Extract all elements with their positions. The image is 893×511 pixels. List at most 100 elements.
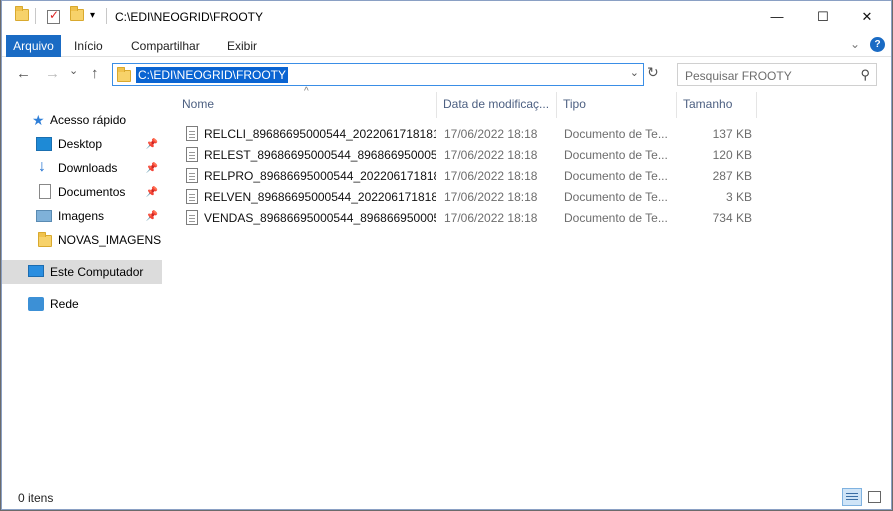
column-header-name[interactable]: Nome xyxy=(182,97,214,111)
sidebar-item-label: Este Computador xyxy=(50,265,144,279)
file-name: RELCLI_89686695000544_20220617181811.... xyxy=(204,127,436,141)
file-date: 17/06/2022 18:18 xyxy=(444,127,538,141)
search-input[interactable]: Pesquisar FROOTY ⚲ xyxy=(677,63,877,86)
sidebar-item-novas-imagens[interactable]: NOVAS_IMAGENS xyxy=(2,228,162,252)
file-size: 287 KB xyxy=(712,169,752,183)
minimize-button[interactable]: — xyxy=(754,1,800,32)
sidebar-item-quick-access[interactable]: ★ Acesso rápido xyxy=(2,108,162,132)
column-divider[interactable] xyxy=(756,92,757,118)
address-text[interactable]: C:\EDI\NEOGRID\FROOTY xyxy=(136,67,289,83)
sidebar-item-label: Downloads xyxy=(58,161,118,175)
pin-icon[interactable]: 📌 xyxy=(146,187,158,198)
column-divider[interactable] xyxy=(436,92,437,118)
search-placeholder: Pesquisar FROOTY xyxy=(685,69,792,83)
sidebar-item-label: Imagens xyxy=(58,209,105,223)
pin-icon[interactable]: 📌 xyxy=(146,211,158,222)
new-folder-icon[interactable] xyxy=(70,6,84,21)
sidebar-item-label: Rede xyxy=(50,297,79,311)
sidebar-item-rede[interactable]: Rede xyxy=(2,292,162,316)
close-button[interactable]: ✕ xyxy=(844,1,890,32)
file-type: Documento de Te... xyxy=(564,127,668,141)
file-date: 17/06/2022 18:18 xyxy=(444,190,538,204)
text-file-icon xyxy=(186,168,198,183)
tab-arquivo[interactable]: Arquivo xyxy=(6,35,61,57)
text-file-icon xyxy=(186,126,198,141)
file-type: Documento de Te... xyxy=(564,211,668,225)
sidebar-item-este-computador[interactable]: Este Computador xyxy=(2,260,162,284)
table-row[interactable]: RELCLI_89686695000544_20220617181811....… xyxy=(182,123,752,144)
help-icon: ? xyxy=(870,37,885,52)
details-view-button[interactable] xyxy=(842,488,862,506)
file-list: ^ Nome Data de modificaç... Tipo Tamanho… xyxy=(164,86,891,479)
sidebar-item-downloads[interactable]: ↓ Downloads 📌 xyxy=(2,156,162,180)
star-icon: ★ xyxy=(32,112,45,128)
address-dropdown-icon[interactable]: ⌄ xyxy=(630,66,639,79)
back-button[interactable]: ← xyxy=(16,65,31,82)
search-icon: ⚲ xyxy=(860,67,870,82)
sidebar-item-label: Acesso rápido xyxy=(50,113,127,127)
title-separator-2 xyxy=(106,8,107,24)
file-name: VENDAS_89686695000544_8968669500054... xyxy=(204,211,436,225)
file-explorer-window: ▾ C:\EDI\NEOGRID\FROOTY — ☐ ✕ Arquivo In… xyxy=(1,0,892,510)
table-row[interactable]: RELEST_89686695000544_89686695000544... … xyxy=(182,144,752,165)
title-separator xyxy=(35,8,36,24)
recent-locations-button[interactable]: ⌄ xyxy=(69,64,78,77)
expand-ribbon-icon[interactable]: ⌄ xyxy=(850,37,860,51)
tab-exibir[interactable]: Exibir xyxy=(227,39,257,53)
column-header-size[interactable]: Tamanho xyxy=(683,97,732,111)
folder-icon xyxy=(117,67,131,82)
customize-quick-access-icon[interactable]: ▾ xyxy=(90,10,95,21)
file-type: Documento de Te... xyxy=(564,190,668,204)
folder-icon xyxy=(15,6,29,21)
sidebar-item-documentos[interactable]: Documentos 📌 xyxy=(2,180,162,204)
text-file-icon xyxy=(186,147,198,162)
table-row[interactable]: RELVEN_89686695000544_2022061718181... 1… xyxy=(182,186,752,207)
document-icon xyxy=(39,184,51,199)
properties-icon[interactable] xyxy=(47,8,60,24)
window-title: C:\EDI\NEOGRID\FROOTY xyxy=(115,10,264,24)
text-file-icon xyxy=(186,189,198,204)
column-header-type[interactable]: Tipo xyxy=(563,97,586,111)
title-bar: ▾ C:\EDI\NEOGRID\FROOTY — ☐ ✕ xyxy=(2,1,891,32)
item-count: 0 itens xyxy=(18,491,54,505)
column-header-date[interactable]: Data de modificaç... xyxy=(443,97,549,111)
file-type: Documento de Te... xyxy=(564,148,668,162)
file-size: 3 KB xyxy=(725,190,752,204)
file-date: 17/06/2022 18:18 xyxy=(444,169,538,183)
tab-compartilhar[interactable]: Compartilhar xyxy=(131,39,200,53)
desktop-icon xyxy=(36,137,52,151)
column-divider[interactable] xyxy=(556,92,557,118)
up-button[interactable]: ↑ xyxy=(91,65,99,82)
file-name: RELPRO_89686695000544_2022061718181... xyxy=(204,169,436,183)
file-name: RELVEN_89686695000544_2022061718181... xyxy=(204,190,436,204)
download-icon: ↓ xyxy=(38,158,46,175)
forward-button[interactable]: → xyxy=(45,65,60,82)
file-size: 120 KB xyxy=(712,148,752,162)
help-button[interactable]: ? xyxy=(870,37,885,52)
file-type: Documento de Te... xyxy=(564,169,668,183)
file-name: RELEST_89686695000544_89686695000544... xyxy=(204,148,436,162)
navigation-bar: ← → ⌄ ↑ C:\EDI\NEOGRID\FROOTY ⌄ ↻ Pesqui… xyxy=(2,61,891,89)
pin-icon[interactable]: 📌 xyxy=(146,139,158,150)
address-bar[interactable]: C:\EDI\NEOGRID\FROOTY ⌄ xyxy=(112,63,644,86)
refresh-button[interactable]: ↻ xyxy=(647,64,663,84)
folder-icon xyxy=(38,232,54,249)
file-size: 137 KB xyxy=(712,127,752,141)
sidebar-item-imagens[interactable]: Imagens 📌 xyxy=(2,204,162,228)
column-divider[interactable] xyxy=(676,92,677,118)
pictures-icon xyxy=(36,210,52,222)
sidebar-item-label: Documentos xyxy=(58,185,126,199)
file-date: 17/06/2022 18:18 xyxy=(444,211,538,225)
tab-inicio[interactable]: Início xyxy=(74,39,103,53)
sidebar-item-desktop[interactable]: Desktop 📌 xyxy=(2,132,162,156)
status-bar: 0 itens xyxy=(2,485,891,509)
table-row[interactable]: RELPRO_89686695000544_2022061718181... 1… xyxy=(182,165,752,186)
large-icons-view-button[interactable] xyxy=(864,488,884,506)
table-row[interactable]: VENDAS_89686695000544_8968669500054... 1… xyxy=(182,207,752,228)
navigation-pane: ★ Acesso rápido Desktop 📌 ↓ Downloads 📌 … xyxy=(2,96,162,476)
pin-icon[interactable]: 📌 xyxy=(146,163,158,174)
text-file-icon xyxy=(186,210,198,225)
sidebar-item-label: Desktop xyxy=(58,137,103,151)
maximize-button[interactable]: ☐ xyxy=(800,1,846,32)
file-date: 17/06/2022 18:18 xyxy=(444,148,538,162)
